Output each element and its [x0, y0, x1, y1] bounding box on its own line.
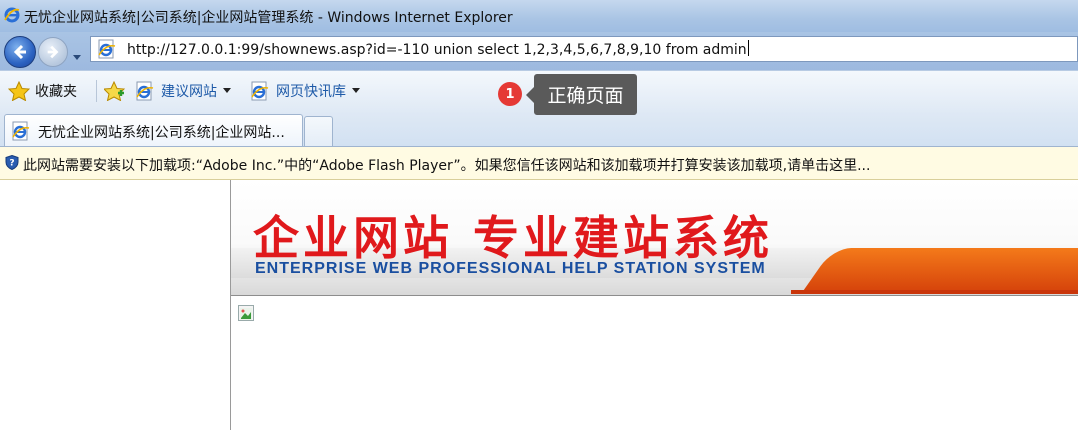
- window-title: 无忧企业网站系统|公司系统|企业网站管理系统 - Windows Interne…: [24, 10, 513, 26]
- banner-orange-shape: [801, 248, 1078, 294]
- forward-arrow-icon: [47, 45, 59, 59]
- recent-pages-dropdown-icon[interactable]: [72, 47, 82, 66]
- web-slice-gallery-label: 网页快讯库: [276, 84, 346, 100]
- text-caret: [747, 40, 749, 56]
- annotation-number-badge: 1: [498, 82, 522, 106]
- add-favorite-button[interactable]: [104, 81, 126, 101]
- broken-image-icon: [238, 305, 254, 321]
- page-content: 企业网站 专业建站系统 ENTERPRISE WEB PROFESSIONAL …: [0, 180, 1078, 430]
- ie-logo-icon: [3, 6, 21, 28]
- ie-page-icon: [136, 81, 154, 101]
- title-bar: 无忧企业网站系统|公司系统|企业网站管理系统 - Windows Interne…: [0, 0, 1078, 32]
- banner-orange-line: [791, 290, 1078, 294]
- navigation-bar: http://127.0.0.1:99/shownews.asp?id=-110…: [0, 32, 1078, 70]
- suggested-sites-label: 建议网站: [161, 84, 217, 100]
- information-bar-message: 此网站需要安装以下加载项:“Adobe Inc.”中的“Adobe Flash …: [23, 158, 871, 174]
- add-to-favorites-icon: [104, 81, 126, 101]
- svg-text:?: ?: [9, 159, 14, 169]
- back-button[interactable]: [4, 36, 36, 68]
- annotation-callout: 正确页面: [526, 74, 637, 115]
- ie-page-icon: [10, 121, 32, 145]
- tab-bar: 无忧企业网站系统|公司系统|企业网站...: [0, 112, 1078, 147]
- star-icon: [8, 81, 30, 101]
- toolbar-separator: [96, 80, 97, 102]
- url-input[interactable]: http://127.0.0.1:99/shownews.asp?id=-110…: [127, 40, 749, 58]
- information-bar[interactable]: ? 此网站需要安装以下加载项:“Adobe Inc.”中的“Adobe Flas…: [0, 147, 1078, 180]
- tab-title: 无忧企业网站系统|公司系统|企业网站...: [38, 125, 285, 141]
- ie-page-icon: [96, 39, 118, 63]
- banner-title: 企业网站 专业建站系统: [253, 211, 774, 265]
- forward-button[interactable]: [38, 37, 68, 67]
- ie-page-icon: [251, 81, 269, 101]
- site-banner: 企业网站 专业建站系统 ENTERPRISE WEB PROFESSIONAL …: [231, 180, 1078, 296]
- banner-subtitle: ENTERPRISE WEB PROFESSIONAL HELP STATION…: [255, 260, 766, 277]
- shield-icon: ?: [5, 154, 19, 174]
- tab-active[interactable]: 无忧企业网站系统|公司系统|企业网站...: [4, 114, 303, 146]
- favorites-button[interactable]: 收藏夹: [8, 81, 77, 101]
- address-bar[interactable]: http://127.0.0.1:99/shownews.asp?id=-110…: [90, 36, 1078, 62]
- favorites-label: 收藏夹: [35, 84, 77, 100]
- back-arrow-icon: [13, 44, 26, 60]
- chevron-down-icon: [223, 88, 231, 93]
- web-slice-gallery-button[interactable]: 网页快讯库: [249, 81, 361, 101]
- suggested-sites-button[interactable]: 建议网站: [134, 81, 232, 101]
- chevron-down-icon: [352, 88, 360, 93]
- new-tab-button[interactable]: [304, 116, 333, 146]
